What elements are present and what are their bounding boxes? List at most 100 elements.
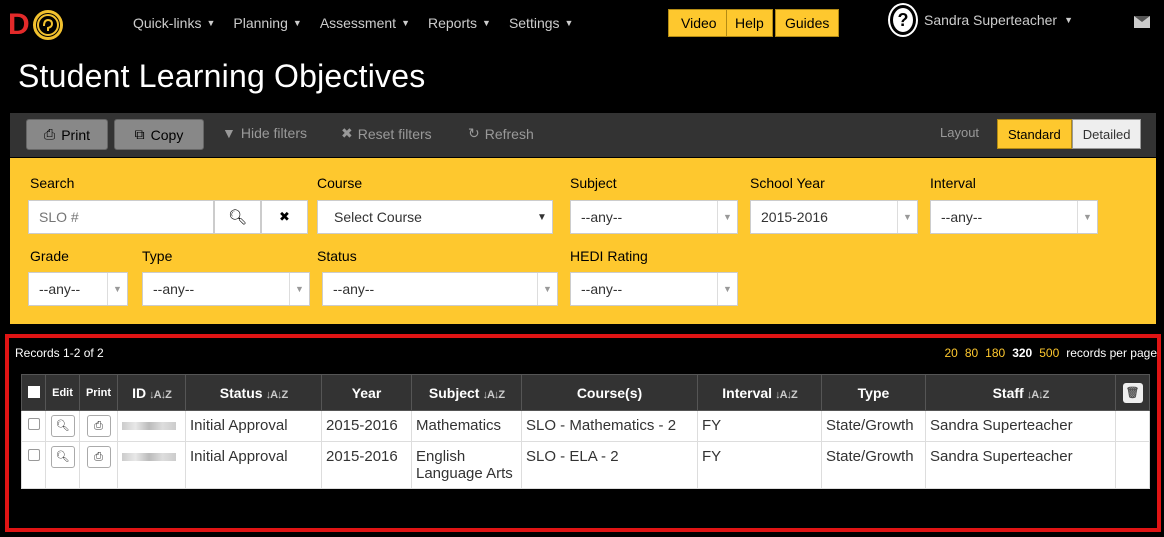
hedi-rating-select[interactable]: --any-- ▼ [570, 272, 738, 306]
type-select[interactable]: --any-- ▼ [142, 272, 310, 306]
copy-button[interactable]: ⧉ Copy [114, 119, 204, 150]
records-panel: Records 1-2 of 2 20 80 180 320 500 recor… [5, 334, 1161, 532]
staff-cell: Sandra Superteacher [925, 441, 1116, 489]
app-logo[interactable]: D [8, 6, 76, 44]
sort-icon: ↓A↓Z [775, 388, 798, 401]
printer-icon: ⎙ [94, 420, 103, 432]
avatar: ? [888, 3, 918, 37]
staff-header-label: Staff [992, 384, 1024, 401]
print-row-button[interactable]: ⎙ [86, 415, 111, 437]
school-year-select[interactable]: 2015-2016 ▼ [750, 200, 918, 234]
column-header-interval[interactable]: Interval ↓A↓Z [697, 374, 822, 411]
caret-down-icon: ▼ [564, 18, 574, 28]
row-checkbox[interactable] [27, 449, 40, 461]
row-checkbox[interactable] [27, 418, 40, 430]
edit-cell: 🔍︎ [45, 441, 80, 489]
year-cell: 2015-2016 [321, 441, 412, 489]
interval-value: --any-- [941, 209, 983, 225]
interval-cell: FY [697, 441, 822, 489]
help-button[interactable]: Help [726, 9, 773, 37]
refresh-button[interactable]: ↻ Refresh [468, 125, 534, 142]
user-menu[interactable]: ? Sandra Superteacher ▼ [888, 3, 1073, 37]
redacted-id [122, 453, 176, 461]
course-cell: SLO - ELA - 2 [521, 441, 698, 489]
nav-label: Quick-links [133, 15, 202, 31]
type-cell: State/Growth [821, 410, 926, 442]
nav-label: Settings [508, 15, 560, 31]
page-title: Student Learning Objectives [18, 58, 426, 94]
empty-cell [1115, 441, 1150, 489]
nav-label: Reports [427, 15, 478, 31]
grade-select[interactable]: --any-- ▼ [28, 272, 128, 306]
search-input[interactable] [28, 200, 214, 234]
hide-filters-label: Hide filters [240, 125, 307, 141]
hedi-rating-label: HEDI Rating [570, 248, 648, 264]
grade-value: --any-- [39, 281, 81, 297]
hedi-rating-value: --any-- [581, 281, 623, 297]
row-select-cell [21, 441, 46, 489]
print-row-button[interactable]: ⎙ [86, 446, 111, 468]
record-count: Records 1-2 of 2 [15, 346, 104, 360]
status-cell: Initial Approval [185, 441, 322, 489]
copy-label: Copy [150, 126, 184, 143]
column-header-subject[interactable]: Subject ↓A↓Z [411, 374, 522, 411]
envelope-icon[interactable] [1134, 16, 1150, 28]
per-page-option-320[interactable]: 320 [1012, 346, 1032, 360]
guides-button[interactable]: Guides [775, 9, 840, 37]
course-select[interactable]: Select Course ▼ [317, 200, 553, 234]
clear-search-button[interactable]: ✖ [261, 200, 308, 234]
printer-icon: ⎙ [44, 126, 56, 142]
subject-select[interactable]: --any-- ▼ [570, 200, 738, 234]
per-page-option-180[interactable]: 180 [985, 346, 1005, 360]
nav-item-reports[interactable]: Reports ▼ [419, 15, 500, 31]
status-select[interactable]: --any-- ▼ [322, 272, 558, 306]
per-page-option-500[interactable]: 500 [1039, 346, 1059, 360]
layout-label: Layout [940, 125, 980, 140]
column-header-id[interactable]: ID ↓A↓Z [117, 374, 186, 411]
course-value: Select Course [334, 209, 422, 225]
records-table: Edit Print ID ↓A↓Z Status ↓A↓Z Year Subjec… [21, 374, 1150, 489]
filter-panel: Search Course Subject School Year Interv… [10, 158, 1156, 324]
caret-down-icon: ▼ [292, 18, 302, 28]
caret-down-icon: ▼ [107, 273, 127, 305]
view-button[interactable]: 🔍︎ [50, 446, 75, 468]
nav-item-quick-links[interactable]: Quick-links ▼ [124, 15, 224, 31]
reset-filters-button[interactable]: ✖ Reset filters [341, 125, 432, 142]
type-label: Type [142, 248, 173, 264]
hide-filters-button[interactable]: ▼ Hide filters [222, 125, 307, 141]
column-header-staff[interactable]: Staff ↓A↓Z [925, 374, 1116, 411]
staff-cell: Sandra Superteacher [925, 410, 1116, 442]
sort-icon: ↓A↓Z [265, 388, 289, 401]
subject-cell: Mathematics [411, 410, 522, 442]
course-cell: SLO - Mathematics - 2 [521, 410, 698, 442]
caret-down-icon: ▼ [289, 273, 309, 305]
layout-standard-button[interactable]: Standard [997, 119, 1072, 149]
nav-item-assessment[interactable]: Assessment ▼ [311, 15, 419, 31]
print-button[interactable]: ⎙ Print [26, 119, 108, 150]
redacted-id [122, 422, 176, 430]
trash-icon[interactable]: 🗑︎ [1122, 382, 1143, 403]
interval-label: Interval [930, 175, 976, 191]
year-cell: 2015-2016 [321, 410, 412, 442]
nav-item-planning[interactable]: Planning ▼ [224, 15, 310, 31]
view-button[interactable]: 🔍︎ [50, 415, 75, 437]
table-row: 🔍︎ ⎙ Initial Approval 2015-2016 Mathemat… [21, 410, 1150, 442]
nav-item-settings[interactable]: Settings ▼ [500, 15, 583, 31]
search-button[interactable]: 🔍︎ [214, 200, 261, 234]
column-header-status[interactable]: Status ↓A↓Z [185, 374, 322, 411]
per-page-option-20[interactable]: 20 [944, 346, 957, 360]
select-all-header[interactable] [21, 374, 46, 411]
id-cell [117, 441, 186, 489]
per-page-suffix: records per page [1066, 346, 1157, 360]
status-label: Status [317, 248, 357, 264]
video-button[interactable]: Video [668, 9, 730, 37]
per-page-option-80[interactable]: 80 [965, 346, 978, 360]
layout-detailed-button[interactable]: Detailed [1071, 119, 1142, 149]
subject-cell: English Language Arts [411, 441, 522, 489]
print-label: Print [61, 126, 90, 143]
interval-select[interactable]: --any-- ▼ [930, 200, 1098, 234]
select-all-checkbox[interactable] [27, 385, 40, 398]
column-header-type: Type [821, 374, 926, 411]
school-year-label: School Year [750, 175, 825, 191]
toolbar: ⎙ Print ⧉ Copy ▼ Hide filters ✖ Reset fi… [10, 113, 1156, 157]
